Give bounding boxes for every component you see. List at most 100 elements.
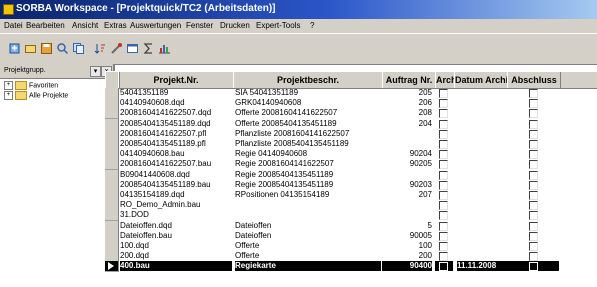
archi-checkbox[interactable] — [439, 252, 448, 262]
cell-auftrag-nr[interactable]: 90005 — [382, 231, 432, 241]
cell-projekt-nr[interactable]: 20081604141622507.pfl — [120, 129, 232, 139]
archi-checkbox[interactable] — [439, 170, 448, 180]
cell-auftrag-nr[interactable]: 207 — [382, 190, 432, 200]
chart-icon[interactable] — [158, 42, 171, 55]
abschluss-checkbox[interactable] — [529, 160, 538, 170]
table-row[interactable]: B09041440608.dqd Regie 20085404135451189 — [105, 169, 597, 181]
cell-projekt-nr[interactable]: 20085404135451189.pfl — [120, 139, 232, 149]
cell-abschluss[interactable] — [507, 190, 559, 200]
cell-abschluss[interactable] — [507, 261, 559, 272]
archi-checkbox[interactable] — [439, 180, 448, 190]
cell-projektbeschr[interactable]: GRK04140940608 — [235, 98, 381, 108]
cell-auftrag-nr[interactable]: 90204 — [382, 149, 432, 159]
cell-projektbeschr[interactable]: Regie 04140940608 — [235, 149, 381, 159]
cell-projektbeschr[interactable]: RPositionen 04135154189 — [235, 190, 381, 200]
cell-projektbeschr[interactable] — [235, 200, 381, 210]
cell-datum-archi[interactable] — [457, 170, 507, 180]
archi-checkbox[interactable] — [439, 109, 448, 119]
search-icon[interactable] — [56, 42, 69, 55]
cell-datum-archi[interactable] — [457, 200, 507, 210]
cell-projektbeschr[interactable]: Offerte — [235, 241, 381, 251]
cell-archi[interactable] — [435, 210, 453, 221]
archi-checkbox[interactable] — [439, 119, 448, 129]
column-header-auftrag-nr[interactable]: Auftrag Nr. — [382, 72, 436, 88]
window-icon[interactable] — [126, 42, 139, 55]
archi-checkbox[interactable] — [439, 221, 448, 231]
cell-projektbeschr[interactable]: Offerte 20085404135451189 — [235, 119, 381, 129]
abschluss-checkbox[interactable] — [529, 170, 538, 180]
menu-extras[interactable]: Extras — [104, 21, 127, 30]
abschluss-checkbox[interactable] — [529, 180, 538, 190]
cell-projekt-nr[interactable]: 400.bau — [120, 261, 232, 272]
archi-checkbox[interactable] — [439, 201, 448, 211]
cell-auftrag-nr[interactable] — [382, 200, 432, 210]
cell-archi[interactable] — [435, 231, 453, 241]
cell-auftrag-nr[interactable]: 208 — [382, 108, 432, 118]
cell-datum-archi[interactable] — [457, 241, 507, 251]
cell-projekt-nr[interactable]: 04135154189.dqd — [120, 190, 232, 200]
cell-abschluss[interactable] — [507, 108, 559, 119]
cell-abschluss[interactable] — [507, 139, 559, 149]
abschluss-checkbox[interactable] — [529, 262, 538, 272]
table-row[interactable]: 20085404135451189.pfl Pflanzliste 2008540… — [105, 139, 597, 150]
cell-datum-archi[interactable] — [457, 251, 507, 261]
cell-archi[interactable] — [435, 108, 453, 119]
save-icon[interactable] — [40, 42, 53, 55]
abschluss-checkbox[interactable] — [529, 89, 538, 98]
cell-archi[interactable] — [435, 98, 453, 109]
abschluss-checkbox[interactable] — [529, 150, 538, 160]
cell-archi[interactable] — [435, 180, 453, 190]
cell-abschluss[interactable] — [507, 129, 559, 139]
tree-node-favoriten[interactable]: + Favoriten — [4, 81, 58, 90]
cell-auftrag-nr[interactable]: 205 — [382, 88, 432, 98]
cell-archi[interactable] — [435, 261, 453, 272]
archi-checkbox[interactable] — [439, 262, 448, 272]
column-header-archi[interactable]: Archi — [435, 72, 455, 88]
abschluss-checkbox[interactable] — [529, 252, 538, 262]
abschluss-checkbox[interactable] — [529, 191, 538, 200]
cell-projektbeschr[interactable]: Dateioffen — [235, 231, 381, 241]
column-header-abschluss[interactable]: Abschluss — [507, 72, 561, 88]
abschluss-checkbox[interactable] — [529, 109, 538, 119]
sum-icon[interactable] — [142, 42, 155, 55]
archi-checkbox[interactable] — [439, 191, 448, 200]
table-row[interactable]: 20081604141622507.pfl Pflanzliste 2008160… — [105, 128, 597, 140]
expand-icon[interactable]: + — [4, 81, 13, 90]
cell-projektbeschr[interactable]: Regie 20085404135451189 — [235, 170, 381, 180]
cell-archi[interactable] — [435, 129, 453, 139]
cell-projekt-nr[interactable]: 04140940608.dqd — [120, 98, 232, 108]
row-selector[interactable] — [105, 261, 119, 273]
cell-datum-archi[interactable] — [457, 129, 507, 139]
archi-checkbox[interactable] — [439, 150, 448, 160]
expand-icon[interactable]: + — [4, 91, 13, 100]
cell-archi[interactable] — [435, 170, 453, 180]
table-row[interactable]: 20085404135451189.dqd Offerte 20085404135… — [105, 118, 597, 130]
archi-checkbox[interactable] — [439, 99, 448, 109]
cell-datum-archi[interactable] — [457, 210, 507, 220]
cell-auftrag-nr[interactable]: 206 — [382, 98, 432, 108]
menu-fenster[interactable]: Fenster — [186, 21, 213, 30]
cell-datum-archi[interactable] — [457, 149, 507, 159]
table-row[interactable]: 20081604141622507.bau Regie 2008160414162… — [105, 159, 597, 171]
cell-auftrag-nr[interactable]: 90205 — [382, 159, 432, 169]
cell-abschluss[interactable] — [507, 221, 559, 231]
cell-auftrag-nr[interactable]: 90203 — [382, 180, 432, 190]
cell-archi[interactable] — [435, 241, 453, 251]
table-row[interactable]: 20081604141622507.dqd Offerte 20081604141… — [105, 108, 597, 120]
cell-archi[interactable] — [435, 88, 453, 98]
cell-archi[interactable] — [435, 190, 453, 200]
table-row[interactable]: 100.dqd Offerte 100 — [105, 241, 597, 252]
cell-abschluss[interactable] — [507, 98, 559, 109]
cell-abschluss[interactable] — [507, 210, 559, 221]
cell-projekt-nr[interactable]: Dateioffen.bau — [120, 231, 232, 241]
cell-projekt-nr[interactable]: 200.dqd — [120, 251, 232, 261]
abschluss-checkbox[interactable] — [529, 140, 538, 149]
abschluss-checkbox[interactable] — [529, 99, 538, 109]
cell-projektbeschr[interactable]: Regie 20081604141622507 — [235, 159, 381, 169]
cell-auftrag-nr[interactable]: 204 — [382, 119, 432, 129]
abschluss-checkbox[interactable] — [529, 242, 538, 251]
cell-projektbeschr[interactable]: Offerte — [235, 251, 381, 261]
cell-projektbeschr[interactable]: Pflanzliste 20081604141622507 — [235, 129, 381, 139]
table-row[interactable]: 04135154189.dqd RPositionen 04135154189 20… — [105, 190, 597, 201]
cell-archi[interactable] — [435, 251, 453, 262]
